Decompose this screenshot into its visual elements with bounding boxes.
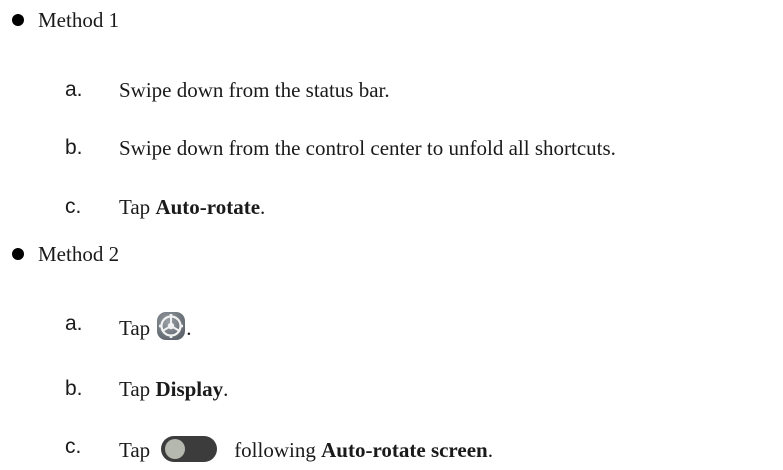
step-prefix: Tap bbox=[119, 195, 156, 219]
method2-label: Method 2 bbox=[38, 242, 120, 266]
settings-gear-icon bbox=[156, 311, 186, 341]
step-prefix: Tap bbox=[119, 377, 156, 401]
step-bold-term: Display bbox=[155, 377, 224, 401]
method1-step-c-text: Tap Auto-rotate. bbox=[119, 194, 265, 220]
method2-step-a-text: Tap . bbox=[119, 311, 191, 341]
toggle-switch-off-icon bbox=[160, 434, 218, 464]
method1-step-a-letter: a. bbox=[65, 78, 83, 101]
method2-step-a-letter: a. bbox=[65, 312, 83, 335]
step-prefix: Tap bbox=[119, 438, 151, 462]
method1-step-b-letter: b. bbox=[65, 136, 83, 159]
method2-step-c-text: Tap following Auto-rotate screen. bbox=[119, 434, 493, 464]
method1-step-c-letter: c. bbox=[65, 195, 82, 218]
step-middle: following bbox=[234, 438, 322, 462]
step-suffix: . bbox=[487, 438, 493, 462]
method1-step-b-text: Swipe down from the control center to un… bbox=[119, 136, 616, 160]
method1-bullet bbox=[12, 14, 24, 26]
step-prefix: Tap bbox=[119, 316, 151, 340]
method1-step-a-text: Swipe down from the status bar. bbox=[119, 78, 390, 102]
step-suffix: . bbox=[260, 195, 266, 219]
step-suffix: . bbox=[186, 316, 192, 340]
method2-step-c-letter: c. bbox=[65, 435, 82, 458]
method2-step-b-text: Tap Display. bbox=[119, 376, 228, 402]
method2-bullet bbox=[12, 248, 24, 260]
step-suffix: . bbox=[223, 377, 229, 401]
step-bold-term: Auto-rotate bbox=[155, 195, 261, 219]
step-bold-term: Auto-rotate screen bbox=[321, 438, 488, 462]
method2-step-b-letter: b. bbox=[65, 377, 83, 400]
method1-label: Method 1 bbox=[38, 8, 120, 32]
